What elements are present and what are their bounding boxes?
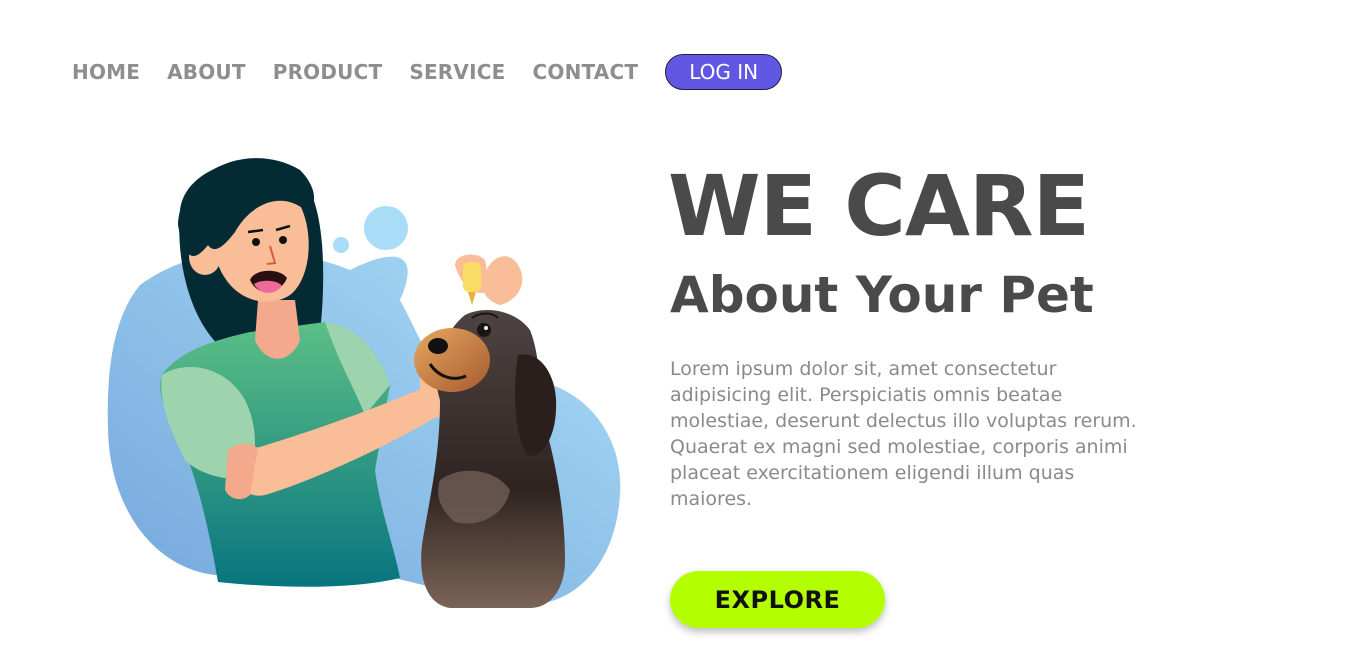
bubble-small [333, 237, 349, 253]
hero-title: WE CARE [668, 157, 1090, 255]
nav-link-about[interactable]: ABOUT [167, 60, 246, 84]
main-nav: HOME ABOUT PRODUCT SERVICE CONTACT LOG I… [72, 54, 783, 90]
hero-subtitle: About Your Pet [670, 266, 1094, 324]
hero-description: Lorem ipsum dolor sit, amet consectetur … [670, 358, 1137, 510]
explore-button[interactable]: EXPLORE [670, 571, 885, 628]
nav-link-product[interactable]: PRODUCT [273, 60, 383, 84]
dropper [463, 262, 481, 292]
vet-with-dog-illustration [107, 158, 621, 608]
bubble-large [364, 206, 408, 250]
login-button[interactable]: LOG IN [665, 54, 783, 90]
nav-link-home[interactable]: HOME [72, 60, 140, 84]
nav-link-contact[interactable]: CONTACT [532, 60, 638, 84]
nav-link-service[interactable]: SERVICE [409, 60, 505, 84]
dog-muzzle [414, 328, 490, 392]
